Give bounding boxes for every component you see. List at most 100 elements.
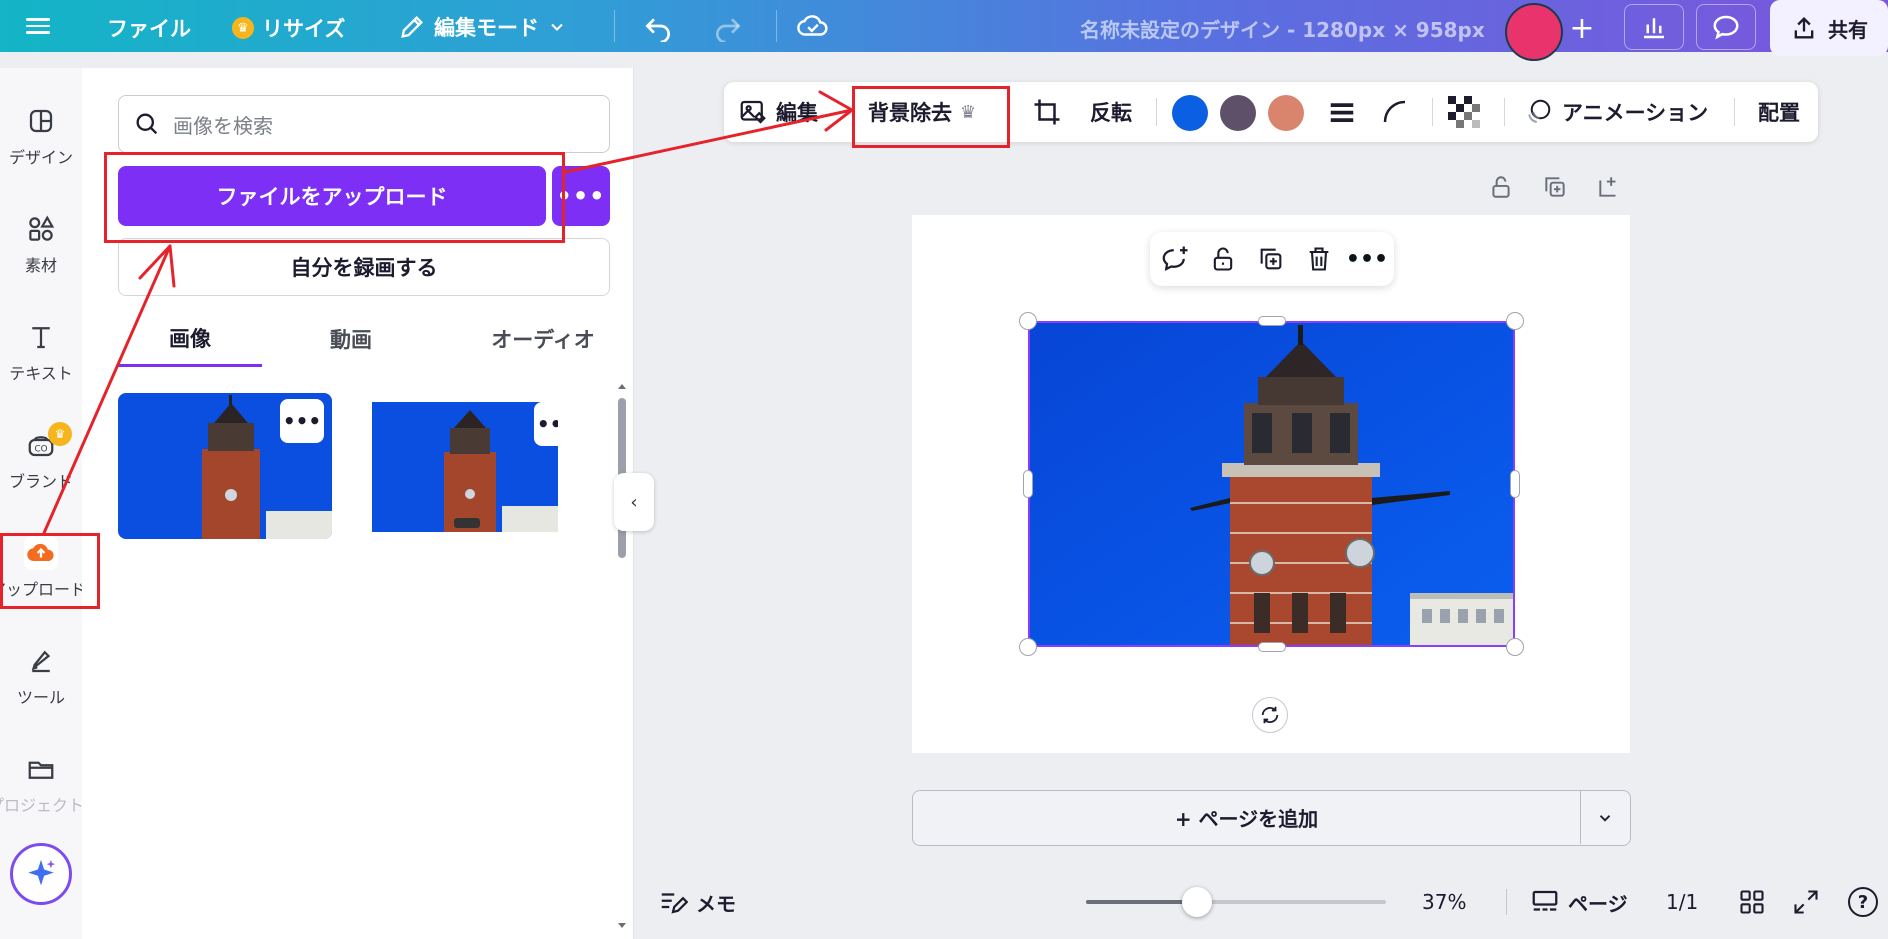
collapse-panel-button[interactable]: ‹ <box>614 473 654 531</box>
divider <box>1504 98 1505 126</box>
resize-handle-top[interactable] <box>1258 316 1286 326</box>
uploaded-image-1[interactable]: ••• <box>118 393 332 539</box>
more-options-button[interactable]: ••• <box>1346 244 1388 274</box>
crown-icon: ♛ <box>960 101 977 123</box>
shapes-icon <box>24 212 58 246</box>
undo-button[interactable] <box>642 10 674 42</box>
add-page-top-button[interactable] <box>1594 172 1624 202</box>
edit-mode-dropdown[interactable]: 編集モード <box>398 12 567 42</box>
comments-button[interactable] <box>1696 4 1756 50</box>
resize-handle-top-left[interactable] <box>1019 312 1037 330</box>
selected-image[interactable] <box>1028 321 1515 647</box>
share-icon <box>1794 17 1814 39</box>
clock-tower-image <box>1030 323 1513 645</box>
rotate-handle[interactable] <box>1252 697 1288 733</box>
fullscreen-button[interactable] <box>1792 875 1820 929</box>
notes-button[interactable]: メモ <box>658 875 736 929</box>
rail-item-design[interactable]: デザイン <box>0 104 82 168</box>
chevron-down-icon <box>1599 814 1611 822</box>
resize-handle-left[interactable] <box>1023 470 1033 498</box>
sparkle-icon <box>28 859 56 886</box>
tab-images[interactable]: 画像 <box>118 311 262 367</box>
rail-item-uploads[interactable]: アップロード <box>0 536 86 600</box>
layout-icon <box>24 104 58 138</box>
grid-view-button[interactable] <box>1738 875 1766 929</box>
flip-button[interactable]: 反転 <box>1090 82 1132 142</box>
thumbnail-more-button[interactable]: ••• <box>534 402 558 446</box>
lock-element-button[interactable] <box>1208 244 1238 274</box>
resize-handle-bottom-left[interactable] <box>1019 638 1037 656</box>
fullscreen-icon <box>1794 890 1818 914</box>
transparency-icon <box>1448 96 1480 128</box>
transparency-button[interactable] <box>1448 82 1480 142</box>
animation-button[interactable]: アニメーション <box>1522 82 1708 142</box>
search-input[interactable]: 画像を検索 <box>118 95 610 153</box>
duplicate-element-button[interactable] <box>1256 244 1286 274</box>
image-toolbar: 編集 背景除去 ♛ 反転 アニメーション 配置 <box>724 82 1818 142</box>
resize-handle-right[interactable] <box>1510 470 1520 498</box>
color-swatch-salmon[interactable] <box>1268 95 1304 131</box>
pages-icon <box>1532 890 1558 911</box>
uploaded-image-2[interactable]: ••• <box>372 402 558 532</box>
resize-handle-top-right[interactable] <box>1506 312 1524 330</box>
rotate-icon <box>1261 706 1279 724</box>
lock-page-button[interactable] <box>1486 172 1516 202</box>
avatar[interactable] <box>1505 3 1563 61</box>
add-comment-button[interactable] <box>1160 244 1190 274</box>
document-title[interactable]: 名称未設定のデザイン - 1280px × 958px <box>1080 14 1485 43</box>
help-button[interactable]: ? <box>1848 875 1878 929</box>
rail-item-label: デザイン <box>8 148 73 167</box>
footer-bar: メモ 37% ページ 1/1 ? <box>634 875 1888 929</box>
share-button[interactable]: 共有 <box>1770 0 1888 56</box>
zoom-slider[interactable] <box>1086 887 1386 917</box>
add-page-button[interactable]: + ページを追加 <box>913 791 1581 844</box>
cloud-sync-button[interactable] <box>796 10 830 42</box>
rail-item-elements[interactable]: 素材 <box>0 212 82 276</box>
notes-label: メモ <box>696 891 736 916</box>
edit-image-button[interactable]: 編集 <box>738 82 818 142</box>
upload-files-button[interactable]: ファイルをアップロード <box>118 166 546 226</box>
bg-remove-button[interactable]: 背景除去 ♛ <box>868 82 976 142</box>
resize-handle-bottom-right[interactable] <box>1506 638 1524 656</box>
hamburger-icon[interactable] <box>26 12 54 40</box>
delete-element-button[interactable] <box>1304 244 1334 274</box>
scroll-down-icon <box>618 923 626 928</box>
corner-rounding-button[interactable] <box>1380 82 1410 142</box>
duplicate-page-button[interactable] <box>1540 172 1570 202</box>
top-bar: ファイル ♛ リサイズ 編集モード 名称未設定のデザイン - 1280px × … <box>0 0 1888 61</box>
file-menu[interactable]: ファイル <box>107 13 191 43</box>
record-yourself-button[interactable]: 自分を録画する <box>118 238 610 296</box>
resize-handle-bottom[interactable] <box>1258 642 1286 652</box>
position-button[interactable]: 配置 <box>1758 82 1800 142</box>
add-page-dropdown[interactable] <box>1581 791 1629 844</box>
zoom-level[interactable]: 37% <box>1422 875 1466 929</box>
color-swatch-purple[interactable] <box>1220 95 1256 131</box>
thumbnail-more-button[interactable]: ••• <box>280 399 324 443</box>
color-swatch-blue[interactable] <box>1172 95 1208 131</box>
insights-button[interactable] <box>1624 4 1684 50</box>
comment-icon <box>1713 15 1739 40</box>
add-page-icon <box>1599 177 1616 197</box>
rail-item-projects[interactable]: プロジェクト <box>0 752 84 816</box>
border-style-button[interactable] <box>1326 82 1358 142</box>
rail-item-tools[interactable]: ツール <box>0 644 82 708</box>
add-collaborator-button[interactable]: + <box>1564 10 1600 46</box>
chevron-down-icon <box>551 23 563 31</box>
upload-more-button[interactable]: ••• <box>552 166 610 226</box>
zoom-slider-knob[interactable] <box>1182 887 1212 917</box>
tab-videos[interactable]: 動画 <box>296 311 406 367</box>
redo-button[interactable] <box>712 10 744 42</box>
rail-item-text[interactable]: テキスト <box>0 320 82 384</box>
undo-icon <box>645 18 670 42</box>
rail-item-brand[interactable]: ♛ CO ブランド <box>0 422 82 492</box>
rail-item-label: 素材 <box>24 256 57 275</box>
crop-button[interactable] <box>1032 82 1062 142</box>
magic-assistant-button[interactable] <box>10 843 72 905</box>
resize-button[interactable]: ♛ リサイズ <box>232 13 345 43</box>
rail-item-label: テキスト <box>9 364 73 383</box>
chevron-left-icon: ‹ <box>630 491 638 513</box>
panel-scrollbar[interactable] <box>616 376 628 936</box>
pages-button[interactable]: ページ <box>1530 875 1628 929</box>
bg-remove-label: 背景除去 <box>868 101 952 125</box>
tab-audio[interactable]: オーディオ <box>458 311 628 367</box>
